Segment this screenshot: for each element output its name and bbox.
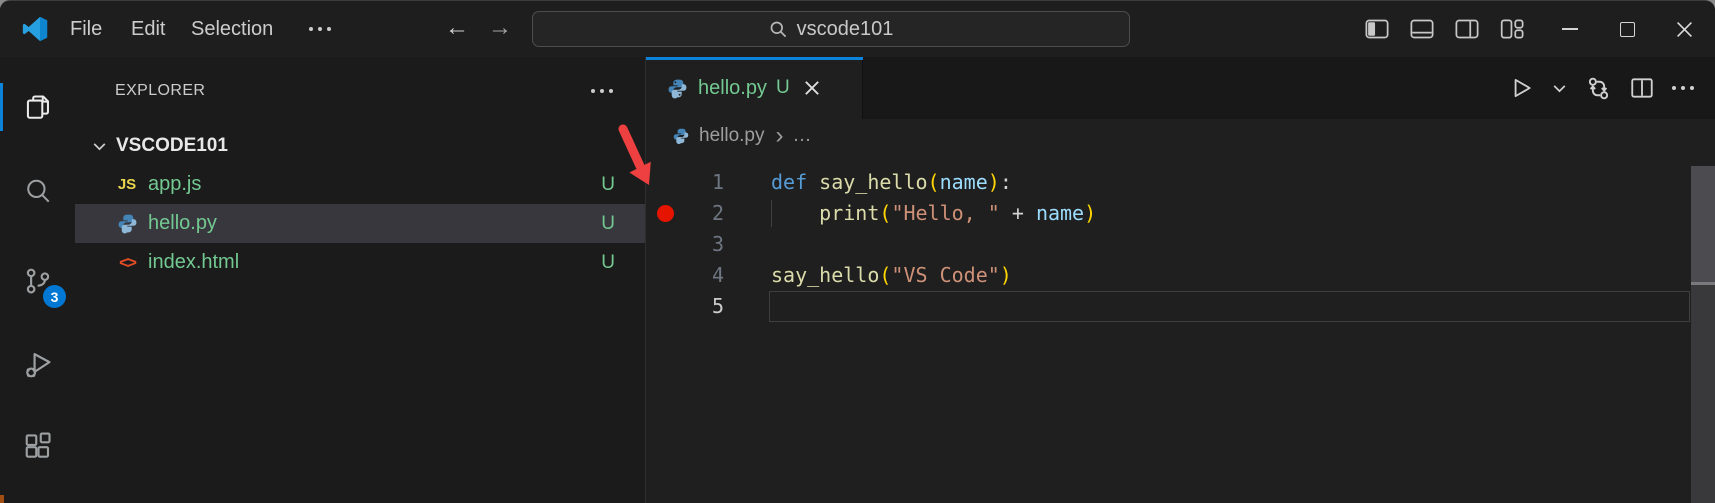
- editor-group: hello.py U: [645, 57, 1715, 503]
- code-line-2[interactable]: 2 print("Hello, " + name): [646, 198, 1715, 229]
- python-icon: [115, 212, 139, 236]
- breadcrumb[interactable]: hello.py › …: [646, 119, 1715, 153]
- menu-selection[interactable]: Selection: [191, 1, 273, 57]
- source-control-badge: 3: [43, 285, 66, 308]
- git-status-badge: U: [601, 252, 615, 274]
- code-text: def say_hello(name):: [771, 167, 1012, 198]
- tab-close-button[interactable]: [803, 79, 821, 97]
- line-number: 1: [682, 167, 724, 198]
- ellipsis-icon: [591, 89, 595, 93]
- file-row-index.html[interactable]: <> index.html U: [75, 243, 645, 282]
- chevron-down-icon: [91, 138, 108, 155]
- close-icon: [803, 79, 821, 97]
- customize-layout-button[interactable]: [1499, 16, 1525, 42]
- sidebar-item-run-debug[interactable]: [0, 341, 75, 389]
- git-status-badge: U: [601, 213, 615, 235]
- editor-more-actions-button[interactable]: [1672, 86, 1694, 90]
- breakpoint-dot[interactable]: [657, 205, 674, 222]
- screen-edge-artifact: [0, 495, 4, 503]
- code-line-3[interactable]: 3: [646, 229, 1715, 260]
- code-line-4[interactable]: 4 say_hello("VS Code"): [646, 260, 1715, 291]
- vscode-logo-icon: [22, 16, 48, 42]
- search-icon: [769, 20, 788, 39]
- tab-hello-py[interactable]: hello.py U: [646, 57, 863, 119]
- explorer-more-actions-button[interactable]: [585, 71, 619, 111]
- menu-more-button[interactable]: [300, 1, 340, 57]
- ellipsis-icon: [1672, 86, 1676, 90]
- menu-file[interactable]: File: [70, 1, 102, 57]
- breadcrumb-ellipsis[interactable]: …: [793, 125, 812, 147]
- file-name: index.html: [148, 251, 239, 274]
- code-area[interactable]: 1def say_hello(name):2 print("Hello, " +…: [646, 153, 1715, 322]
- sidebar-item-search[interactable]: [0, 167, 75, 215]
- minimize-button[interactable]: [1547, 1, 1593, 57]
- breadcrumb-separator: ›: [776, 122, 784, 150]
- maximize-icon: [1620, 22, 1635, 37]
- nav-forward-button[interactable]: →: [485, 1, 515, 57]
- line-number: 5: [682, 291, 724, 322]
- open-changes-button[interactable]: [1585, 75, 1612, 102]
- current-line-highlight: [769, 291, 1690, 322]
- command-center-search[interactable]: vscode101: [532, 11, 1130, 47]
- sidebar-title: EXPLORER: [115, 82, 205, 100]
- js-icon: JS: [115, 173, 139, 197]
- toggle-secondary-sidebar-button[interactable]: [1454, 16, 1480, 42]
- search-value: vscode101: [797, 18, 894, 41]
- code-text: print("Hello, " + name): [771, 198, 1096, 229]
- tab-git-status-badge: U: [776, 77, 790, 99]
- html-icon: <>: [115, 251, 139, 275]
- code-line-5[interactable]: 5: [646, 291, 1715, 322]
- sidebar-header: EXPLORER: [75, 71, 645, 111]
- ellipsis-icon: [309, 27, 313, 31]
- menu-edit[interactable]: Edit: [131, 1, 165, 57]
- toggle-primary-sidebar-button[interactable]: [1364, 16, 1390, 42]
- activity-bar: 3: [0, 57, 75, 503]
- python-icon: [667, 78, 688, 99]
- tab-bar: hello.py U: [646, 57, 1715, 119]
- minimize-icon: [1562, 28, 1578, 30]
- title-bar: File Edit Selection ← → vscode101: [0, 1, 1715, 57]
- sidebar-item-source-control[interactable]: 3: [0, 257, 75, 305]
- nav-back-button[interactable]: ←: [442, 1, 472, 57]
- line-number: 2: [682, 198, 724, 229]
- code-text: say_hello("VS Code"): [771, 260, 1012, 291]
- code-line-1[interactable]: 1 def say_hello(name):: [646, 167, 1715, 198]
- git-status-badge: U: [601, 174, 615, 196]
- file-list: JS app.js Uhello.py U <> index.html U: [75, 165, 645, 282]
- search-icon: [23, 176, 53, 206]
- run-and-debug-icon: [22, 349, 54, 381]
- explorer-sidebar: EXPLORER VSCODE101 JS app.js Uhello.py U <> i…: [75, 57, 645, 503]
- scrollbar-thumb[interactable]: [1691, 166, 1715, 282]
- vscode-window: File Edit Selection ← → vscode101: [0, 0, 1715, 503]
- folder-name: VSCODE101: [116, 135, 228, 157]
- breadcrumb-file[interactable]: hello.py: [699, 125, 765, 147]
- python-icon: [673, 128, 690, 145]
- run-button[interactable]: [1508, 75, 1534, 101]
- close-icon: [1676, 21, 1693, 38]
- active-tab-indicator: [646, 57, 863, 60]
- file-row-hello.py[interactable]: hello.py U: [75, 204, 645, 243]
- explorer-files-icon: [23, 92, 53, 122]
- sidebar-item-explorer[interactable]: [0, 83, 75, 131]
- file-row-app.js[interactable]: JS app.js U: [75, 165, 645, 204]
- folder-row-vscode101[interactable]: VSCODE101: [75, 127, 645, 165]
- toggle-panel-button[interactable]: [1409, 16, 1435, 42]
- run-dropdown-chevron-icon[interactable]: [1551, 80, 1568, 97]
- sidebar-item-extensions[interactable]: [0, 422, 75, 470]
- maximize-button[interactable]: [1604, 1, 1650, 57]
- file-name: app.js: [148, 173, 201, 196]
- scrollbar-divider: [1691, 282, 1715, 285]
- file-name: hello.py: [148, 212, 217, 235]
- line-number: 3: [682, 229, 724, 260]
- tab-label: hello.py: [698, 77, 767, 100]
- editor-toolbar: [1508, 57, 1694, 119]
- line-number: 4: [682, 260, 724, 291]
- split-editor-button[interactable]: [1629, 75, 1655, 101]
- extensions-icon: [23, 431, 53, 461]
- close-window-button[interactable]: [1661, 1, 1707, 57]
